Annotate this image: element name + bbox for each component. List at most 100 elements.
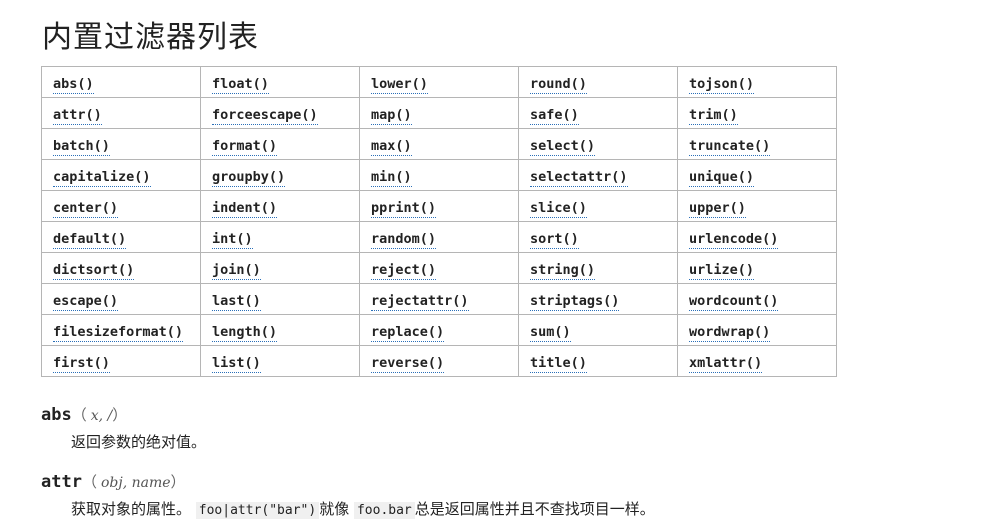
filter-link[interactable]: default() xyxy=(53,230,127,249)
table-cell: center() xyxy=(41,190,201,222)
filter-link[interactable]: round() xyxy=(530,75,587,94)
attr-code-example: foo|attr("bar") xyxy=(195,502,320,519)
table-cell: min() xyxy=(359,159,519,191)
table-row: abs() float() lower() round() tojson() xyxy=(41,66,837,98)
attr-close-paren: ） xyxy=(170,473,186,491)
filter-link[interactable]: escape() xyxy=(53,292,119,311)
filter-link[interactable]: title() xyxy=(530,354,587,373)
filter-link[interactable]: upper() xyxy=(689,199,746,218)
filter-link[interactable]: striptags() xyxy=(530,292,620,311)
filter-link[interactable]: forceescape() xyxy=(212,106,318,125)
filter-link[interactable]: safe() xyxy=(530,106,579,125)
filter-link[interactable]: list() xyxy=(212,354,261,373)
filter-link[interactable]: tojson() xyxy=(689,75,755,94)
table-cell: reject() xyxy=(359,252,519,284)
filter-link[interactable]: pprint() xyxy=(371,199,437,218)
table-cell: dictsort() xyxy=(41,252,201,284)
filter-link[interactable]: replace() xyxy=(371,323,445,342)
filter-link[interactable]: urlencode() xyxy=(689,230,779,249)
table-cell: batch() xyxy=(41,128,201,160)
table-cell: last() xyxy=(200,283,360,315)
filter-link[interactable]: wordcount() xyxy=(689,292,779,311)
filter-link[interactable]: groupby() xyxy=(212,168,286,187)
filter-link[interactable]: format() xyxy=(212,137,278,156)
filter-link[interactable]: truncate() xyxy=(689,137,771,156)
filter-link[interactable]: rejectattr() xyxy=(371,292,469,311)
table-cell: rejectattr() xyxy=(359,283,519,315)
table-row: first() list() reverse() title() xmlattr() xyxy=(41,345,837,377)
table-cell: wordwrap() xyxy=(677,314,837,346)
filter-link[interactable]: selectattr() xyxy=(530,168,628,187)
abs-close-paren: ） xyxy=(112,406,128,424)
table-cell: replace() xyxy=(359,314,519,346)
table-cell: trim() xyxy=(677,97,837,129)
table-row: escape() last() rejectattr() striptags() wor… xyxy=(41,283,837,315)
table-row: batch() format() max() select() truncate() xyxy=(41,128,837,160)
table-cell: sort() xyxy=(518,221,678,253)
table-cell: filesizeformat() xyxy=(41,314,201,346)
filter-link[interactable]: int() xyxy=(212,230,253,249)
abs-signature: abs（ x, /） xyxy=(41,404,127,425)
filter-link[interactable]: unique() xyxy=(689,168,755,187)
filter-link[interactable]: reverse() xyxy=(371,354,445,373)
filter-link[interactable]: filesizeformat() xyxy=(53,323,184,342)
table-cell: striptags() xyxy=(518,283,678,315)
filter-link[interactable]: float() xyxy=(212,75,269,94)
filter-link[interactable]: trim() xyxy=(689,106,738,125)
table-cell: select() xyxy=(518,128,678,160)
filter-link[interactable]: string() xyxy=(530,261,596,280)
table-cell: xmlattr() xyxy=(677,345,837,377)
table-cell: groupby() xyxy=(200,159,360,191)
filter-link[interactable]: min() xyxy=(371,168,412,187)
table-cell: slice() xyxy=(518,190,678,222)
filter-link[interactable]: random() xyxy=(371,230,437,249)
table-cell: indent() xyxy=(200,190,360,222)
filter-link[interactable]: sum() xyxy=(530,323,571,342)
filter-link[interactable]: join() xyxy=(212,261,261,280)
abs-params: x, / xyxy=(90,408,113,424)
filter-link[interactable]: center() xyxy=(53,199,119,218)
filter-link[interactable]: attr() xyxy=(53,106,102,125)
table-cell: float() xyxy=(200,66,360,98)
table-cell: selectattr() xyxy=(518,159,678,191)
filter-link[interactable]: length() xyxy=(212,323,278,342)
filter-link[interactable]: reject() xyxy=(371,261,437,280)
table-row: dictsort() join() reject() string() urlize() xyxy=(41,252,837,284)
filter-link[interactable]: last() xyxy=(212,292,261,311)
filter-link[interactable]: max() xyxy=(371,137,412,156)
filter-link[interactable]: sort() xyxy=(530,230,579,249)
table-cell: first() xyxy=(41,345,201,377)
filter-link[interactable]: first() xyxy=(53,354,110,373)
table-row: default() int() random() sort() urlencode() xyxy=(41,221,837,253)
filter-link[interactable]: map() xyxy=(371,106,412,125)
filter-link[interactable]: capitalize() xyxy=(53,168,151,187)
abs-description: 返回参数的绝对值。 xyxy=(71,433,207,451)
attr-signature: attr（ obj, name） xyxy=(41,471,186,492)
filter-link[interactable]: batch() xyxy=(53,137,110,156)
attr-open-paren: （ xyxy=(81,473,97,491)
table-cell: upper() xyxy=(677,190,837,222)
filter-link[interactable]: urlize() xyxy=(689,261,755,280)
table-row: capitalize() groupby() min() selectattr() un… xyxy=(41,159,837,191)
table-row: center() indent() pprint() slice() upper() xyxy=(41,190,837,222)
attr-name: attr xyxy=(41,472,82,492)
table-cell: default() xyxy=(41,221,201,253)
table-cell: wordcount() xyxy=(677,283,837,315)
table-cell: reverse() xyxy=(359,345,519,377)
table-cell: safe() xyxy=(518,97,678,129)
table-cell: random() xyxy=(359,221,519,253)
filter-link[interactable]: lower() xyxy=(371,75,428,94)
filter-link[interactable]: select() xyxy=(530,137,596,156)
filter-link[interactable]: dictsort() xyxy=(53,261,135,280)
filter-link[interactable]: indent() xyxy=(212,199,278,218)
table-cell: forceescape() xyxy=(200,97,360,129)
filter-link[interactable]: wordwrap() xyxy=(689,323,771,342)
table-cell: string() xyxy=(518,252,678,284)
table-cell: abs() xyxy=(41,66,201,98)
abs-open-paren: （ xyxy=(71,406,87,424)
table-cell: length() xyxy=(200,314,360,346)
filter-link[interactable]: xmlattr() xyxy=(689,354,763,373)
filter-link[interactable]: abs() xyxy=(53,75,94,94)
filter-link[interactable]: slice() xyxy=(530,199,587,218)
table-cell: int() xyxy=(200,221,360,253)
